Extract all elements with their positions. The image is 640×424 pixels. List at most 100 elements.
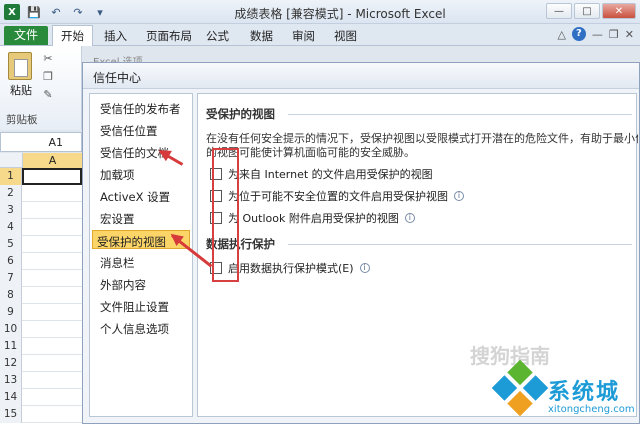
row-header[interactable]: 14 <box>0 389 22 406</box>
window-title: 成绩表格 [兼容模式] - Microsoft Excel <box>234 7 446 21</box>
close-button[interactable]: ✕ <box>602 3 636 19</box>
nav-privacy-options[interactable]: 个人信息选项 <box>96 318 173 337</box>
row-header[interactable]: 11 <box>0 338 22 355</box>
watermark-text: 系统城 <box>548 380 621 405</box>
copy-icon[interactable]: ❐ <box>40 70 56 84</box>
worksheet-grid[interactable]: A 1 2 3 4 5 6 7 8 9 10 11 12 13 14 15 <box>0 153 82 424</box>
row-header[interactable]: 12 <box>0 355 22 372</box>
description-line-2: 的视图可能使计算机面临可能的安全威胁。 <box>206 146 415 159</box>
dialog-title: 信任中心 <box>93 71 142 85</box>
annotation-box <box>212 148 239 282</box>
row-header[interactable]: 9 <box>0 304 22 321</box>
excel-logo-icon: X <box>4 4 20 20</box>
nav-trusted-locations[interactable]: 受信任位置 <box>96 120 162 139</box>
maximize-button[interactable]: □ <box>574 3 600 19</box>
trust-center-dialog: 信任中心 受信任的发布者 受信任位置 受信任的文档 加载项 ActiveX 设置… <box>82 62 640 424</box>
format-painter-icon[interactable]: ✎ <box>40 88 56 102</box>
table-row[interactable]: 6 <box>0 253 82 270</box>
table-row[interactable]: 13 <box>0 372 82 389</box>
table-row[interactable]: 9 <box>0 304 82 321</box>
table-row[interactable]: 3 <box>0 202 82 219</box>
row-header[interactable]: 8 <box>0 287 22 304</box>
name-box[interactable]: A1 <box>0 132 82 152</box>
option-label: 为来自 Internet 的文件启用受保护的视图 <box>228 168 433 181</box>
doc-restore-icon[interactable]: ❐ <box>609 28 619 41</box>
table-row[interactable]: 7 <box>0 270 82 287</box>
row-header[interactable]: 3 <box>0 202 22 219</box>
table-row[interactable]: 12 <box>0 355 82 372</box>
option-label: 启用数据执行保护模式(E) <box>228 262 354 275</box>
window-controls: — □ ✕ <box>546 3 636 19</box>
minimize-button[interactable]: — <box>546 3 572 19</box>
tab-insert[interactable]: 插入 <box>104 28 127 44</box>
quick-access-toolbar: X 💾 ↶ ↷ ▾ <box>4 4 108 20</box>
doc-minimize-icon[interactable]: — <box>592 28 603 41</box>
tab-formulas[interactable]: 公式 <box>206 28 229 44</box>
tab-page-layout[interactable]: 页面布局 <box>146 28 192 44</box>
ribbon-tabs: 文件 开始 插入 页面布局 公式 数据 审阅 视图 △ ? — ❐ ✕ <box>0 24 640 46</box>
ribbon-collapse-icon[interactable]: △ <box>557 28 565 41</box>
option-unsafe-locations[interactable]: 为位于可能不安全位置的文件启用受保护视图 i <box>210 188 464 204</box>
protected-view-description: 在没有任何安全提示的情况下，受保护视图以受限模式打开潜在的危险文件，有助于最小化… <box>206 132 638 160</box>
table-row[interactable]: 10 <box>0 321 82 338</box>
undo-icon[interactable]: ↶ <box>48 4 64 20</box>
trust-center-nav: 受信任的发布者 受信任位置 受信任的文档 加载项 ActiveX 设置 宏设置 … <box>89 93 193 417</box>
paste-label[interactable]: 粘贴 <box>10 82 32 98</box>
nav-add-ins[interactable]: 加载项 <box>96 164 139 183</box>
option-label: 为位于可能不安全位置的文件启用受保护视图 <box>228 190 448 203</box>
title-bar: X 💾 ↶ ↷ ▾ 成绩表格 [兼容模式] - Microsoft Excel … <box>0 0 640 24</box>
column-header-a[interactable]: A <box>22 153 82 168</box>
dialog-header: 信任中心 <box>83 63 639 89</box>
nav-message-bar[interactable]: 消息栏 <box>96 252 139 271</box>
table-row[interactable]: 4 <box>0 219 82 236</box>
doc-close-icon[interactable]: ✕ <box>625 28 634 41</box>
nav-macro-settings[interactable]: 宏设置 <box>96 208 139 227</box>
watermark-url: xitongcheng.com <box>548 404 635 415</box>
table-row[interactable]: 11 <box>0 338 82 355</box>
redo-icon[interactable]: ↷ <box>70 4 86 20</box>
tab-file[interactable]: 文件 <box>4 26 48 45</box>
tab-data[interactable]: 数据 <box>250 28 273 44</box>
tab-view[interactable]: 视图 <box>334 28 357 44</box>
row-header[interactable]: 15 <box>0 406 22 423</box>
row-header[interactable]: 6 <box>0 253 22 270</box>
nav-activex-settings[interactable]: ActiveX 设置 <box>96 186 174 205</box>
option-outlook-attachments[interactable]: 为 Outlook 附件启用受保护的视图 i <box>210 210 415 226</box>
row-header[interactable]: 13 <box>0 372 22 389</box>
nav-external-content[interactable]: 外部内容 <box>96 274 150 293</box>
row-header[interactable]: 5 <box>0 236 22 253</box>
table-row[interactable]: 5 <box>0 236 82 253</box>
row-header[interactable]: 4 <box>0 219 22 236</box>
active-cell[interactable] <box>22 168 82 185</box>
help-icon[interactable]: ? <box>571 27 586 41</box>
option-internet-files[interactable]: 为来自 Internet 的文件启用受保护的视图 <box>210 166 433 182</box>
column-header-bar: A <box>0 153 82 168</box>
info-icon[interactable]: i <box>359 263 370 273</box>
section-divider <box>288 244 632 245</box>
table-row[interactable]: 2 <box>0 185 82 202</box>
row-header[interactable]: 2 <box>0 185 22 202</box>
paste-icon[interactable] <box>8 52 32 80</box>
ribbon-right-controls: △ ? — ❐ ✕ <box>557 27 634 41</box>
table-row[interactable]: 1 <box>0 168 82 185</box>
row-header[interactable]: 10 <box>0 321 22 338</box>
info-icon[interactable]: i <box>404 213 415 223</box>
table-row[interactable]: 14 <box>0 389 82 406</box>
tab-review[interactable]: 审阅 <box>292 28 315 44</box>
customize-qat-icon[interactable]: ▾ <box>92 4 108 20</box>
table-row[interactable]: 8 <box>0 287 82 304</box>
save-icon[interactable]: 💾 <box>26 4 42 20</box>
nav-file-block-settings[interactable]: 文件阻止设置 <box>96 296 173 315</box>
row-header[interactable]: 7 <box>0 270 22 287</box>
faint-watermark: 搜狗指南 <box>470 344 550 368</box>
row-header[interactable]: 1 <box>0 168 22 185</box>
name-box-value: A1 <box>48 136 63 149</box>
table-row[interactable]: 15 <box>0 406 82 423</box>
row-list: 1 2 3 4 5 6 7 8 9 10 11 12 13 14 15 <box>0 168 82 423</box>
nav-trusted-publishers[interactable]: 受信任的发布者 <box>96 98 185 117</box>
tab-home[interactable]: 开始 <box>52 25 93 46</box>
info-icon[interactable]: i <box>454 191 464 201</box>
description-line-1: 在没有任何安全提示的情况下，受保护视图以受限模式打开潜在的危险文件，有助于最小化… <box>206 132 638 145</box>
settings-panel: 受保护的视图 在没有任何安全提示的情况下，受保护视图以受限模式打开潜在的危险文件… <box>197 93 638 417</box>
cut-icon[interactable]: ✂ <box>40 52 56 66</box>
